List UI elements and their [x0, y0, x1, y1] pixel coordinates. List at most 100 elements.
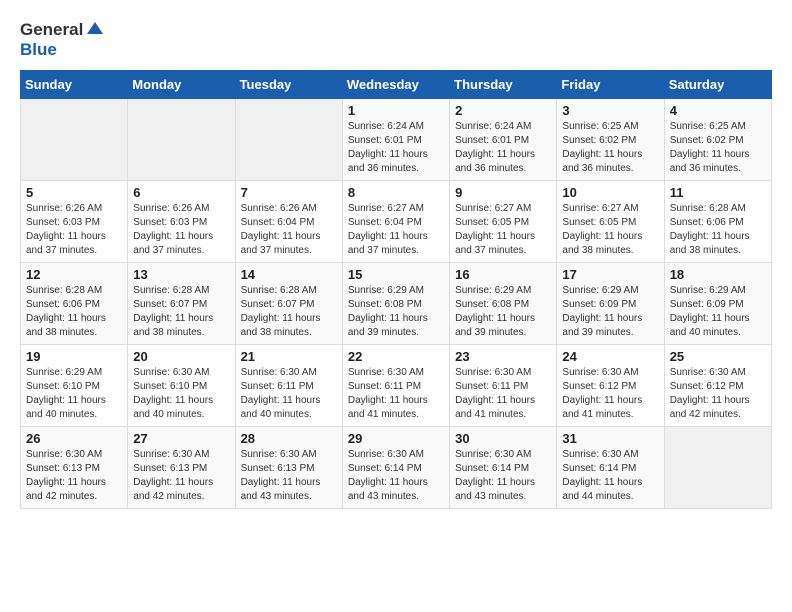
calendar-week-row: 1 Sunrise: 6:24 AM Sunset: 6:01 PM Daylig… — [21, 99, 772, 181]
calendar-cell: 20 Sunrise: 6:30 AM Sunset: 6:10 PM Dayli… — [128, 345, 235, 427]
calendar-cell — [128, 99, 235, 181]
calendar-cell: 3 Sunrise: 6:25 AM Sunset: 6:02 PM Daylig… — [557, 99, 664, 181]
calendar-cell: 1 Sunrise: 6:24 AM Sunset: 6:01 PM Daylig… — [342, 99, 449, 181]
day-number: 9 — [455, 185, 551, 200]
calendar-cell: 12 Sunrise: 6:28 AM Sunset: 6:06 PM Dayli… — [21, 263, 128, 345]
day-info: Sunrise: 6:25 AM Sunset: 6:02 PM Dayligh… — [562, 120, 658, 176]
calendar-week-row: 26 Sunrise: 6:30 AM Sunset: 6:13 PM Dayli… — [21, 427, 772, 509]
day-info: Sunrise: 6:24 AM Sunset: 6:01 PM Dayligh… — [455, 120, 551, 176]
day-info: Sunrise: 6:28 AM Sunset: 6:06 PM Dayligh… — [670, 202, 766, 258]
calendar-cell: 14 Sunrise: 6:28 AM Sunset: 6:07 PM Dayli… — [235, 263, 342, 345]
logo-blue-text: Blue — [20, 40, 57, 59]
day-info: Sunrise: 6:30 AM Sunset: 6:11 PM Dayligh… — [455, 366, 551, 422]
day-info: Sunrise: 6:27 AM Sunset: 6:04 PM Dayligh… — [348, 202, 444, 258]
calendar-header: SundayMondayTuesdayWednesdayThursdayFrid… — [21, 71, 772, 99]
day-number: 29 — [348, 431, 444, 446]
day-number: 13 — [133, 267, 229, 282]
day-number: 23 — [455, 349, 551, 364]
day-number: 27 — [133, 431, 229, 446]
day-number: 1 — [348, 103, 444, 118]
day-number: 8 — [348, 185, 444, 200]
calendar-cell: 5Sunrise: 6:26 AM Sunset: 6:03 PM Daylig… — [21, 181, 128, 263]
day-number: 31 — [562, 431, 658, 446]
calendar-week-row: 12 Sunrise: 6:28 AM Sunset: 6:06 PM Dayli… — [21, 263, 772, 345]
calendar-cell: 23 Sunrise: 6:30 AM Sunset: 6:11 PM Dayli… — [450, 345, 557, 427]
day-number: 14 — [241, 267, 337, 282]
calendar-cell: 9 Sunrise: 6:27 AM Sunset: 6:05 PM Daylig… — [450, 181, 557, 263]
day-number: 25 — [670, 349, 766, 364]
calendar-cell: 29 Sunrise: 6:30 AM Sunset: 6:14 PM Dayli… — [342, 427, 449, 509]
day-number: 3 — [562, 103, 658, 118]
logo-general-text: General — [20, 20, 83, 40]
calendar-body: 1 Sunrise: 6:24 AM Sunset: 6:01 PM Daylig… — [21, 99, 772, 509]
days-of-week-row: SundayMondayTuesdayWednesdayThursdayFrid… — [21, 71, 772, 99]
day-of-week-header: Tuesday — [235, 71, 342, 99]
calendar-cell — [664, 427, 771, 509]
calendar-cell: 8 Sunrise: 6:27 AM Sunset: 6:04 PM Daylig… — [342, 181, 449, 263]
calendar-cell — [235, 99, 342, 181]
day-number: 2 — [455, 103, 551, 118]
calendar-cell: 10Sunrise: 6:27 AM Sunset: 6:05 PM Dayli… — [557, 181, 664, 263]
day-number: 20 — [133, 349, 229, 364]
calendar-cell: 7 Sunrise: 6:26 AM Sunset: 6:04 PM Daylig… — [235, 181, 342, 263]
calendar-cell: 28Sunrise: 6:30 AM Sunset: 6:13 PM Dayli… — [235, 427, 342, 509]
day-info: Sunrise: 6:30 AM Sunset: 6:12 PM Dayligh… — [670, 366, 766, 422]
day-number: 26 — [26, 431, 122, 446]
day-info: Sunrise: 6:28 AM Sunset: 6:07 PM Dayligh… — [241, 284, 337, 340]
day-info: Sunrise: 6:30 AM Sunset: 6:14 PM Dayligh… — [562, 448, 658, 504]
day-number: 18 — [670, 267, 766, 282]
day-info: Sunrise: 6:25 AM Sunset: 6:02 PM Dayligh… — [670, 120, 766, 176]
day-number: 4 — [670, 103, 766, 118]
logo: General Blue — [20, 20, 105, 60]
day-info: Sunrise: 6:30 AM Sunset: 6:13 PM Dayligh… — [26, 448, 122, 504]
calendar-cell: 16 Sunrise: 6:29 AM Sunset: 6:08 PM Dayli… — [450, 263, 557, 345]
calendar-cell: 31 Sunrise: 6:30 AM Sunset: 6:14 PM Dayli… — [557, 427, 664, 509]
day-info: Sunrise: 6:29 AM Sunset: 6:08 PM Dayligh… — [455, 284, 551, 340]
day-info: Sunrise: 6:30 AM Sunset: 6:10 PM Dayligh… — [133, 366, 229, 422]
day-info: Sunrise: 6:26 AM Sunset: 6:04 PM Dayligh… — [241, 202, 337, 258]
day-number: 16 — [455, 267, 551, 282]
day-info: Sunrise: 6:30 AM Sunset: 6:14 PM Dayligh… — [348, 448, 444, 504]
calendar-cell: 22 Sunrise: 6:30 AM Sunset: 6:11 PM Dayli… — [342, 345, 449, 427]
day-number: 15 — [348, 267, 444, 282]
day-number: 11 — [670, 185, 766, 200]
day-of-week-header: Thursday — [450, 71, 557, 99]
calendar-cell: 11 Sunrise: 6:28 AM Sunset: 6:06 PM Dayli… — [664, 181, 771, 263]
day-info: Sunrise: 6:29 AM Sunset: 6:09 PM Dayligh… — [670, 284, 766, 340]
day-number: 12 — [26, 267, 122, 282]
calendar-cell: 17Sunrise: 6:29 AM Sunset: 6:09 PM Dayli… — [557, 263, 664, 345]
calendar-cell: 24Sunrise: 6:30 AM Sunset: 6:12 PM Dayli… — [557, 345, 664, 427]
day-info: Sunrise: 6:30 AM Sunset: 6:11 PM Dayligh… — [348, 366, 444, 422]
calendar-cell: 30 Sunrise: 6:30 AM Sunset: 6:14 PM Dayli… — [450, 427, 557, 509]
calendar-table: SundayMondayTuesdayWednesdayThursdayFrid… — [20, 70, 772, 509]
day-number: 6 — [133, 185, 229, 200]
day-number: 22 — [348, 349, 444, 364]
day-info: Sunrise: 6:29 AM Sunset: 6:09 PM Dayligh… — [562, 284, 658, 340]
calendar-cell: 2 Sunrise: 6:24 AM Sunset: 6:01 PM Daylig… — [450, 99, 557, 181]
day-of-week-header: Wednesday — [342, 71, 449, 99]
calendar-cell: 6Sunrise: 6:26 AM Sunset: 6:03 PM Daylig… — [128, 181, 235, 263]
day-info: Sunrise: 6:28 AM Sunset: 6:07 PM Dayligh… — [133, 284, 229, 340]
day-info: Sunrise: 6:27 AM Sunset: 6:05 PM Dayligh… — [455, 202, 551, 258]
day-of-week-header: Monday — [128, 71, 235, 99]
calendar-week-row: 5Sunrise: 6:26 AM Sunset: 6:03 PM Daylig… — [21, 181, 772, 263]
day-number: 5 — [26, 185, 122, 200]
calendar-cell: 26 Sunrise: 6:30 AM Sunset: 6:13 PM Dayli… — [21, 427, 128, 509]
calendar-cell: 27Sunrise: 6:30 AM Sunset: 6:13 PM Dayli… — [128, 427, 235, 509]
day-info: Sunrise: 6:30 AM Sunset: 6:14 PM Dayligh… — [455, 448, 551, 504]
day-info: Sunrise: 6:24 AM Sunset: 6:01 PM Dayligh… — [348, 120, 444, 176]
day-info: Sunrise: 6:29 AM Sunset: 6:08 PM Dayligh… — [348, 284, 444, 340]
day-number: 30 — [455, 431, 551, 446]
day-of-week-header: Friday — [557, 71, 664, 99]
day-number: 28 — [241, 431, 337, 446]
day-number: 7 — [241, 185, 337, 200]
page-header: General Blue — [20, 20, 772, 60]
logo-bird-icon — [85, 20, 105, 40]
day-of-week-header: Sunday — [21, 71, 128, 99]
calendar-week-row: 19Sunrise: 6:29 AM Sunset: 6:10 PM Dayli… — [21, 345, 772, 427]
day-info: Sunrise: 6:28 AM Sunset: 6:06 PM Dayligh… — [26, 284, 122, 340]
calendar-cell — [21, 99, 128, 181]
calendar-cell: 4 Sunrise: 6:25 AM Sunset: 6:02 PM Daylig… — [664, 99, 771, 181]
calendar-cell: 25 Sunrise: 6:30 AM Sunset: 6:12 PM Dayli… — [664, 345, 771, 427]
calendar-cell: 15 Sunrise: 6:29 AM Sunset: 6:08 PM Dayli… — [342, 263, 449, 345]
